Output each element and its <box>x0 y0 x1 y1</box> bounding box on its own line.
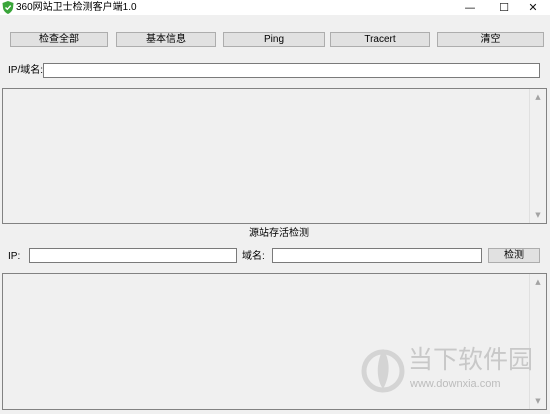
watermark-brand: 当下软件园 <box>408 345 534 374</box>
ping-button[interactable]: Ping <box>223 32 325 47</box>
domain-input[interactable] <box>43 63 540 78</box>
basic-info-button[interactable]: 基本信息 <box>116 32 216 47</box>
source-domain-label: 域名: <box>242 251 265 262</box>
minimize-button[interactable]: — <box>453 0 487 15</box>
downxia-logo-icon <box>361 349 405 393</box>
clear-button[interactable]: 清空 <box>437 32 544 47</box>
tracert-button[interactable]: Tracert <box>330 32 430 47</box>
ip-input[interactable] <box>29 248 237 263</box>
scroll-down-icon[interactable]: ▼ <box>530 207 546 223</box>
domain-label: IP/域名: <box>8 65 44 76</box>
scroll-up-icon[interactable]: ▲ <box>530 274 546 290</box>
scroll-up-icon[interactable]: ▲ <box>530 89 546 105</box>
source-domain-input[interactable] <box>272 248 482 263</box>
watermark: 当下软件园 www.downxia.com <box>360 345 540 397</box>
shield-icon <box>2 1 14 14</box>
result-output-area[interactable]: ▲ ▼ <box>2 88 547 224</box>
result-scrollbar[interactable]: ▲ ▼ <box>529 89 546 223</box>
source-check-title: 源站存活检测 <box>249 228 309 239</box>
ip-label: IP: <box>8 251 21 262</box>
detect-button[interactable]: 检测 <box>488 248 540 263</box>
check-all-button[interactable]: 检查全部 <box>10 32 108 47</box>
close-button[interactable]: ✕ <box>516 0 550 15</box>
window-title: 360网站卫士检测客户端1.0 <box>16 2 137 13</box>
watermark-url: www.downxia.com <box>410 378 501 390</box>
title-bar: 360网站卫士检测客户端1.0 — ☐ ✕ <box>0 0 550 15</box>
